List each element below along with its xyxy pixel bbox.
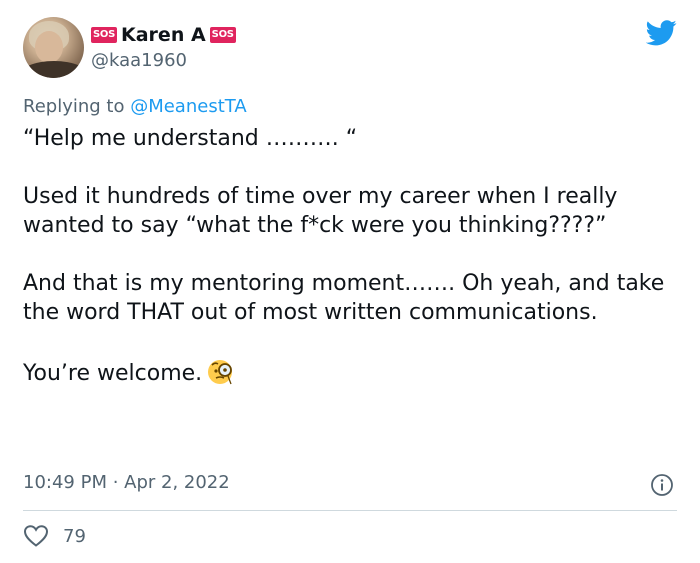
tweet-line-1: “Help me understand ………. “ bbox=[23, 126, 358, 151]
like-action[interactable]: 79 bbox=[23, 524, 86, 548]
avatar[interactable] bbox=[23, 17, 84, 78]
like-count: 79 bbox=[63, 525, 86, 547]
tweet-text: “Help me understand ………. “ Used it hundr… bbox=[23, 124, 673, 388]
info-icon[interactable] bbox=[650, 473, 674, 497]
tweet-paragraph-2: Used it hundreds of time over my career … bbox=[23, 184, 618, 238]
replying-to-prefix: Replying to bbox=[23, 96, 131, 117]
user-name-row[interactable]: SOS Karen A SOS bbox=[91, 22, 236, 48]
tweet-paragraph-3: And that is my mentoring moment……. Oh ye… bbox=[23, 271, 665, 325]
display-name[interactable]: Karen A bbox=[121, 24, 206, 46]
sos-badge-left: SOS bbox=[91, 27, 118, 43]
tweet-closing: You’re welcome. bbox=[23, 361, 203, 386]
sos-badge-right: SOS bbox=[209, 27, 236, 43]
user-handle[interactable]: @kaa1960 bbox=[91, 50, 187, 71]
heart-icon[interactable] bbox=[23, 524, 49, 548]
tweet-paragraph-4: You’re welcome. bbox=[23, 356, 673, 388]
tweet-timestamp[interactable]: 10:49 PM · Apr 2, 2022 bbox=[23, 472, 230, 493]
monocle-face-icon bbox=[208, 360, 233, 385]
replying-to: Replying to @MeanestTA bbox=[23, 96, 247, 117]
reply-mention-link[interactable]: @MeanestTA bbox=[130, 96, 246, 117]
twitter-bird-icon[interactable] bbox=[646, 20, 677, 46]
divider bbox=[23, 510, 677, 511]
tweet-card: SOS Karen A SOS @kaa1960 Replying to @Me… bbox=[0, 0, 700, 563]
